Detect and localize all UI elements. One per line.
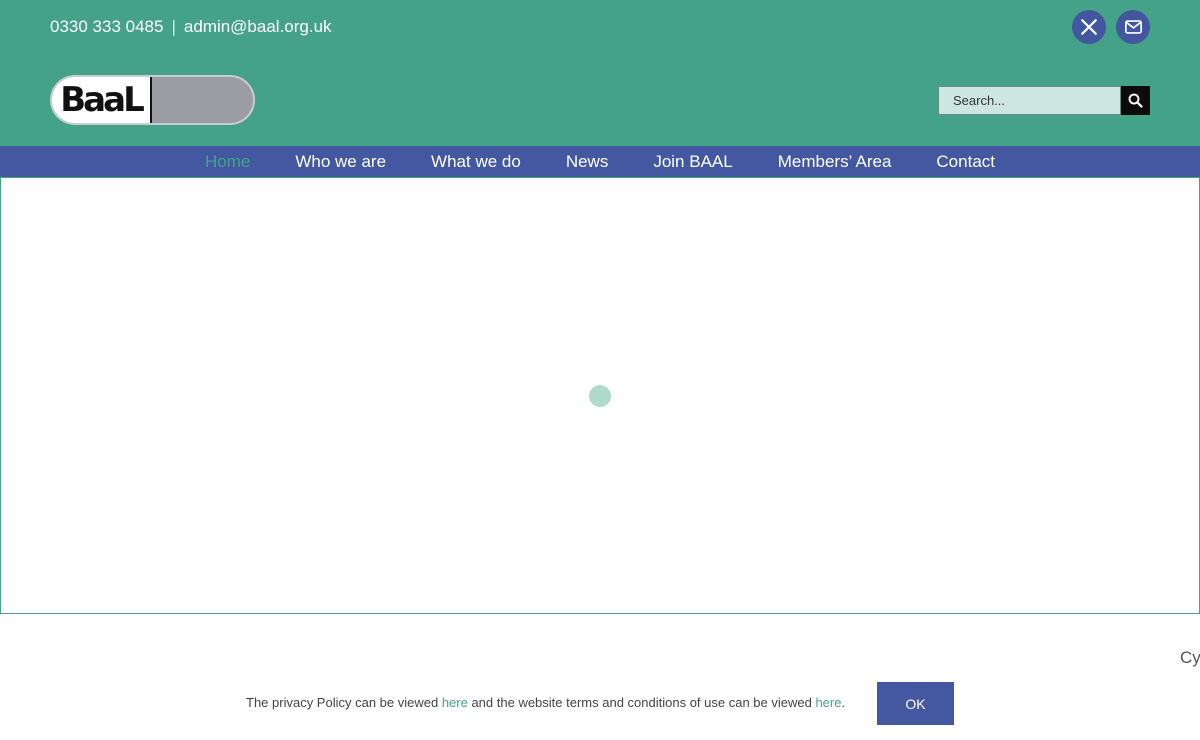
phone-number[interactable]: 0330 333 0485 xyxy=(50,17,163,37)
terms-link[interactable]: here xyxy=(815,695,841,710)
cookie-ok-button[interactable]: OK xyxy=(877,682,954,725)
search-icon xyxy=(1128,93,1143,108)
nav-item-join-baal[interactable]: Join BAAL xyxy=(653,152,732,172)
nav-item-contact[interactable]: Contact xyxy=(936,152,995,172)
nav-item-news[interactable]: News xyxy=(566,152,609,172)
logo-grey-panel xyxy=(152,77,253,123)
nav-item-members-area[interactable]: Members’ Area xyxy=(778,152,892,172)
logo-text: BaaL xyxy=(60,80,144,120)
cookie-message: The privacy Policy can be viewed here an… xyxy=(246,695,845,710)
email-button[interactable] xyxy=(1116,10,1150,44)
cut-off-text: Cy xyxy=(1180,648,1200,667)
nav-item-who-we-are[interactable]: Who we are xyxy=(295,152,386,172)
search-input[interactable] xyxy=(938,86,1121,115)
main-nav: Home Who we are What we do News Join BAA… xyxy=(0,146,1200,177)
cookie-bar: The privacy Policy can be viewed here an… xyxy=(0,670,1200,740)
search-button[interactable] xyxy=(1121,86,1150,115)
contact-line: 0330 333 0485 | admin@baal.org.uk xyxy=(50,16,332,38)
cookie-text-3: . xyxy=(841,695,846,710)
cookie-text-2: and the website terms and conditions of … xyxy=(467,695,816,710)
x-twitter-button[interactable] xyxy=(1072,10,1106,44)
nav-item-what-we-do[interactable]: What we do xyxy=(431,152,521,172)
contact-separator: | xyxy=(171,17,176,36)
logo-mark: BaaL xyxy=(52,77,152,123)
site-logo[interactable]: BaaL xyxy=(50,75,255,125)
email-link[interactable]: admin@baal.org.uk xyxy=(184,17,332,37)
nav-item-home[interactable]: Home xyxy=(205,152,250,172)
privacy-policy-link[interactable]: here xyxy=(442,695,468,710)
search-form xyxy=(938,86,1150,115)
site-header: 0330 333 0485 | admin@baal.org.uk BaaL xyxy=(0,0,1200,146)
cookie-text-1: The privacy Policy can be viewed xyxy=(246,695,442,710)
x-twitter-icon xyxy=(1081,19,1097,35)
envelope-icon xyxy=(1124,20,1142,34)
loading-spinner xyxy=(589,385,611,407)
